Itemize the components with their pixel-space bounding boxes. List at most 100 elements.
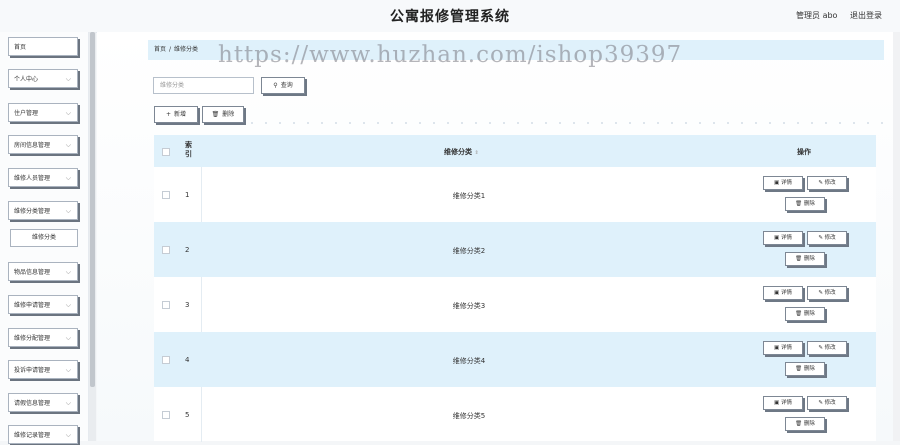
edit-icon: ✎ — [818, 400, 823, 406]
row-category-name: 维修分类2 — [452, 247, 486, 255]
delete-label: 删除 — [803, 201, 815, 207]
plus-icon: + — [165, 111, 171, 118]
chevron-down-icon: ⌵ — [65, 334, 71, 342]
row-checkbox[interactable] — [162, 246, 170, 254]
column-header-actions: 操作 — [797, 148, 811, 156]
breadcrumb-home[interactable]: 首页 — [154, 46, 166, 53]
trash-icon: 🗑 — [211, 111, 220, 118]
trash-icon: 🗑 — [795, 256, 803, 262]
detail-label: 详情 — [780, 235, 792, 241]
sidebar-item-records[interactable]: 维修记录管理 ⌵ — [8, 425, 78, 444]
chevron-down-icon: ⌵ — [65, 75, 71, 83]
edit-icon: ✎ — [818, 290, 823, 296]
column-divider — [201, 387, 202, 442]
edit-label: 修改 — [824, 345, 836, 351]
row-index: 2 — [185, 246, 190, 254]
logout-link[interactable]: 退出登录 — [850, 11, 882, 20]
row-category-name: 维修分类1 — [452, 192, 486, 200]
edit-label: 修改 — [824, 180, 836, 186]
sidebar-item-assignments[interactable]: 维修分配管理 ⌵ — [8, 328, 78, 347]
user-area: 管理员 abo 退出登录 — [786, 10, 882, 21]
edit-button[interactable]: ✎ 修改 — [807, 341, 847, 355]
sidebar-item-staff[interactable]: 维修人员管理 ⌵ — [8, 168, 78, 187]
edit-icon: ✎ — [818, 235, 823, 241]
trash-icon: 🗑 — [795, 421, 803, 427]
row-index: 1 — [185, 191, 190, 199]
sidebar-item-label: 住户管理 — [14, 110, 39, 117]
detail-button[interactable]: ▣ 详情 — [763, 286, 803, 300]
delete-label: 删除 — [803, 366, 815, 372]
edit-button[interactable]: ✎ 修改 — [807, 396, 847, 410]
table-row: 4 维修分类4 ▣ 详情 ✎ 修改 🗑 删除 — [154, 332, 876, 387]
select-all-checkbox[interactable] — [162, 148, 170, 156]
search-button[interactable]: ⚲ 查询 — [261, 77, 305, 94]
detail-icon: ▣ — [774, 180, 780, 186]
detail-button[interactable]: ▣ 详情 — [763, 396, 803, 410]
row-checkbox[interactable] — [162, 301, 170, 309]
detail-button[interactable]: ▣ 详情 — [763, 341, 803, 355]
chevron-down-icon: ⌵ — [65, 431, 71, 439]
sidebar-item-requests[interactable]: 维修申请管理 ⌵ — [8, 295, 78, 314]
delete-button-label: 删除 — [222, 111, 235, 118]
column-header-name[interactable]: 维修分类 ⇕ — [444, 147, 479, 157]
sidebar-item-residents[interactable]: 住户管理 ⌵ — [8, 103, 78, 122]
chevron-down-icon: ⌵ — [65, 207, 71, 215]
sidebar-item-complaints[interactable]: 投诉申请管理 ⌵ — [8, 360, 78, 379]
main-scrollbar[interactable] — [893, 32, 900, 441]
row-delete-button[interactable]: 🗑 删除 — [785, 252, 825, 266]
edit-icon: ✎ — [818, 180, 823, 186]
sidebar-item-label: 维修分类管理 — [14, 208, 51, 215]
sidebar-item-label: 维修申请管理 — [14, 302, 51, 309]
row-delete-button[interactable]: 🗑 删除 — [785, 417, 825, 431]
row-index: 5 — [185, 411, 190, 419]
sidebar-item-home[interactable]: 首页 — [8, 37, 78, 56]
row-delete-button[interactable]: 🗑 删除 — [785, 362, 825, 376]
row-delete-button[interactable]: 🗑 删除 — [785, 307, 825, 321]
delete-label: 删除 — [803, 311, 815, 317]
edit-button[interactable]: ✎ 修改 — [807, 286, 847, 300]
edit-button[interactable]: ✎ 修改 — [807, 176, 847, 190]
row-delete-button[interactable]: 🗑 删除 — [785, 197, 825, 211]
row-checkbox[interactable] — [162, 411, 170, 419]
column-divider — [201, 277, 202, 332]
sidebar-subitem-category[interactable]: 维修分类 — [10, 229, 78, 247]
table-header: 索引 维修分类 ⇕ 操作 — [154, 135, 876, 167]
search-icon: ⚲ — [273, 82, 278, 89]
sidebar-item-categories[interactable]: 维修分类管理 ⌵ — [8, 201, 78, 220]
row-category-name: 维修分类3 — [452, 302, 486, 310]
row-category-name: 维修分类5 — [452, 412, 486, 420]
delete-button[interactable]: 🗑 删除 — [202, 106, 244, 123]
detail-button[interactable]: ▣ 详情 — [763, 231, 803, 245]
column-header-index[interactable]: 索引 — [185, 141, 193, 159]
sidebar-item-label: 维修分配管理 — [14, 335, 51, 342]
sidebar-item-items[interactable]: 物品信息管理 ⌵ — [8, 262, 78, 281]
search-input[interactable]: 维修分类 — [153, 77, 254, 94]
edit-label: 修改 — [824, 235, 836, 241]
chevron-down-icon: ⌵ — [65, 399, 71, 407]
column-divider — [201, 167, 202, 222]
row-checkbox[interactable] — [162, 191, 170, 199]
chevron-down-icon: ⌵ — [65, 141, 71, 149]
table-row: 2 维修分类2 ▣ 详情 ✎ 修改 🗑 删除 — [154, 222, 876, 277]
table-row: 3 维修分类3 ▣ 详情 ✎ 修改 🗑 删除 — [154, 277, 876, 332]
detail-icon: ▣ — [774, 345, 780, 351]
edit-button[interactable]: ✎ 修改 — [807, 231, 847, 245]
top-header: 公寓报修管理系统 管理员 abo 退出登录 — [0, 0, 900, 33]
sidebar-item-profile[interactable]: 个人中心 ⌵ — [8, 69, 78, 88]
detail-label: 详情 — [780, 180, 792, 186]
sidebar-item-label: 请假信息管理 — [14, 400, 51, 407]
sidebar-item-label: 房间信息管理 — [14, 142, 51, 149]
sidebar-item-rooms[interactable]: 房间信息管理 ⌵ — [8, 135, 78, 154]
sidebar-item-label: 投诉申请管理 — [14, 367, 51, 374]
detail-icon: ▣ — [774, 235, 780, 241]
edit-icon: ✎ — [818, 345, 823, 351]
sidebar-item-leave[interactable]: 请假信息管理 ⌵ — [8, 393, 78, 412]
sidebar-item-label: 物品信息管理 — [14, 269, 51, 276]
user-label: 管理员 abo — [796, 11, 838, 20]
row-checkbox[interactable] — [162, 356, 170, 364]
sidebar-scrollbar-thumb[interactable] — [90, 32, 95, 387]
sidebar-item-label: 维修人员管理 — [14, 175, 51, 182]
detail-button[interactable]: ▣ 详情 — [763, 176, 803, 190]
add-button[interactable]: + 新增 — [154, 106, 198, 123]
chevron-down-icon: ⌵ — [65, 366, 71, 374]
